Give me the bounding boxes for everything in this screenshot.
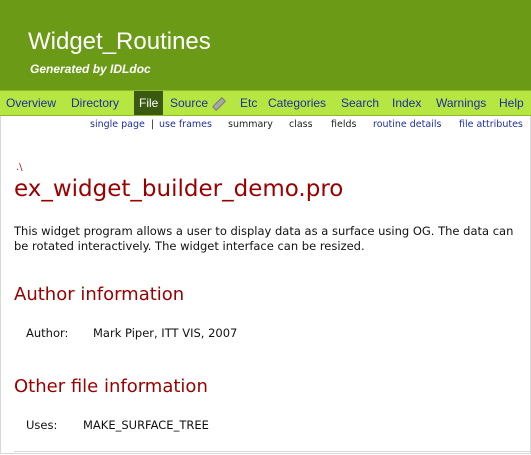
author-section-heading: Author information bbox=[14, 284, 185, 305]
other-file-info-heading: Other file information bbox=[14, 376, 208, 397]
page-title: Widget_Routines bbox=[28, 28, 211, 55]
routine-details-link[interactable]: routine details bbox=[373, 119, 441, 130]
nav-file[interactable]: File bbox=[134, 91, 164, 115]
use-frames-link[interactable]: use frames bbox=[159, 119, 212, 130]
single-page-link[interactable]: single page bbox=[90, 119, 145, 130]
nav-index[interactable]: Index bbox=[392, 91, 421, 115]
nav-overview[interactable]: Overview bbox=[6, 91, 56, 115]
nav-search[interactable]: Search bbox=[341, 91, 379, 115]
generator-subtitle: Generated by IDLdoc bbox=[30, 62, 151, 76]
divider bbox=[14, 451, 530, 452]
nav-source-label: Source bbox=[170, 96, 209, 110]
nav-directory[interactable]: Directory bbox=[71, 91, 119, 115]
fields-link: fields bbox=[331, 119, 357, 130]
nav-bar: Overview Directory File Source Etc Categ… bbox=[0, 90, 531, 116]
nav-help[interactable]: Help bbox=[499, 91, 524, 115]
author-label: Author: bbox=[26, 326, 69, 340]
header-banner: Widget_Routines Generated by IDLdoc bbox=[0, 0, 531, 90]
author-value: Mark Piper, ITT VIS, 2007 bbox=[93, 326, 238, 340]
breadcrumb[interactable]: .\ bbox=[16, 162, 23, 173]
uses-label: Uses: bbox=[26, 418, 58, 432]
nav-categories[interactable]: Categories bbox=[268, 91, 326, 115]
file-title: ex_widget_builder_demo.pro bbox=[14, 176, 344, 202]
summary-link: summary bbox=[228, 119, 273, 130]
nav-etc[interactable]: Etc bbox=[240, 91, 257, 115]
nav-warnings[interactable]: Warnings bbox=[436, 91, 486, 115]
class-link: class bbox=[289, 119, 313, 130]
pencil-icon bbox=[211, 96, 227, 111]
file-attributes-link[interactable]: file attributes bbox=[459, 119, 523, 130]
nav-source[interactable]: Source bbox=[170, 91, 227, 115]
uses-value[interactable]: MAKE_SURFACE_TREE bbox=[83, 418, 209, 432]
file-description: This widget program allows a user to dis… bbox=[14, 224, 514, 253]
subnav-separator: | bbox=[151, 119, 155, 130]
